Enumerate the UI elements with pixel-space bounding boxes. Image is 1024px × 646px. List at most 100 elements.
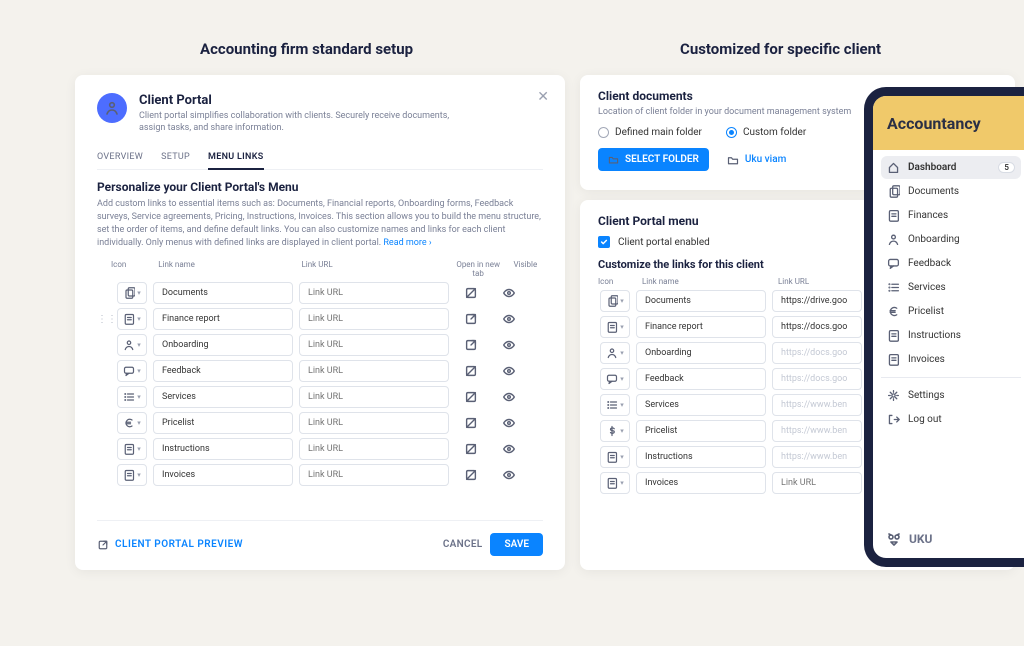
open-in-new-tab-toggle[interactable] — [455, 464, 487, 486]
link-url-input[interactable] — [772, 368, 862, 390]
icon-picker[interactable]: ▾ — [600, 368, 630, 390]
link-name-input[interactable] — [153, 464, 293, 486]
open-in-new-tab-toggle[interactable] — [455, 282, 487, 304]
sidebar-item-invoices[interactable]: Invoices — [881, 348, 1021, 371]
link-url-input[interactable] — [299, 412, 449, 434]
chevron-down-icon: ▾ — [620, 349, 624, 357]
drag-handle-icon[interactable]: ⋮⋮ — [97, 314, 109, 325]
link-name-input[interactable] — [153, 308, 293, 330]
open-in-new-tab-toggle[interactable] — [455, 334, 487, 356]
sidebar-item-dashboard[interactable]: Dashboard5 — [881, 156, 1021, 179]
visibility-toggle[interactable] — [493, 464, 525, 486]
visibility-toggle[interactable] — [493, 308, 525, 330]
link-url-input[interactable] — [772, 420, 862, 442]
icon-picker[interactable]: ▾ — [117, 308, 147, 330]
radio-custom-folder[interactable]: Custom folder — [726, 127, 806, 138]
link-url-input[interactable] — [772, 394, 862, 416]
sidebar-item-finances[interactable]: Finances — [881, 204, 1021, 227]
icon-picker[interactable]: ▾ — [117, 334, 147, 356]
visibility-toggle[interactable] — [493, 438, 525, 460]
icon-picker[interactable]: ▾ — [117, 282, 147, 304]
sidebar-item-feedback[interactable]: Feedback — [881, 252, 1021, 275]
icon-picker[interactable]: ▾ — [117, 464, 147, 486]
client-portal-preview-link[interactable]: CLIENT PORTAL PREVIEW — [97, 539, 243, 551]
icon-picker[interactable]: ▾ — [117, 360, 147, 382]
link-name-input[interactable] — [636, 316, 766, 338]
selected-folder-name: Uku viam — [745, 154, 786, 165]
visibility-toggle[interactable] — [493, 386, 525, 408]
link-url-input[interactable] — [772, 342, 862, 364]
icon-picker[interactable]: ▾ — [600, 420, 630, 442]
link-url-input[interactable] — [299, 308, 449, 330]
selected-folder-link[interactable]: Uku viam — [727, 154, 786, 166]
save-button[interactable]: SAVE — [490, 533, 543, 556]
menu-row: ▾ — [97, 360, 543, 382]
brand-header: Accountancy — [873, 96, 1024, 150]
link-url-input[interactable] — [299, 334, 449, 356]
select-folder-button[interactable]: SELECT FOLDER — [598, 148, 709, 171]
link-name-input[interactable] — [636, 446, 766, 468]
link-url-input[interactable] — [772, 316, 862, 338]
link-url-input[interactable] — [299, 464, 449, 486]
icon-picker[interactable]: ▾ — [600, 446, 630, 468]
link-name-input[interactable] — [153, 282, 293, 304]
icon-picker[interactable]: ▾ — [600, 290, 630, 312]
visibility-toggle[interactable] — [493, 412, 525, 434]
sidebar-item-instructions[interactable]: Instructions — [881, 324, 1021, 347]
link-name-input[interactable] — [636, 394, 766, 416]
link-name-input[interactable] — [153, 412, 293, 434]
link-url-input[interactable] — [772, 446, 862, 468]
sidebar-item-onboarding[interactable]: Onboarding — [881, 228, 1021, 251]
visibility-toggle[interactable] — [493, 334, 525, 356]
cancel-button[interactable]: CANCEL — [443, 539, 483, 550]
icon-picker[interactable]: ▾ — [117, 438, 147, 460]
link-name-input[interactable] — [636, 290, 766, 312]
open-in-new-tab-toggle[interactable] — [455, 308, 487, 330]
icon-picker[interactable]: ▾ — [600, 472, 630, 494]
tab-overview[interactable]: OVERVIEW — [97, 148, 143, 169]
open-in-new-tab-toggle[interactable] — [455, 412, 487, 434]
sidebar-item-log-out[interactable]: Log out — [881, 408, 1021, 431]
open-in-new-tab-toggle[interactable] — [455, 438, 487, 460]
icon-picker[interactable]: ▾ — [600, 394, 630, 416]
link-url-input[interactable] — [299, 386, 449, 408]
link-url-input[interactable] — [299, 282, 449, 304]
visibility-toggle[interactable] — [493, 360, 525, 382]
chevron-down-icon: ▾ — [137, 471, 141, 479]
link-name-input[interactable] — [153, 438, 293, 460]
link-name-input[interactable] — [636, 368, 766, 390]
icon-picker[interactable]: ▾ — [117, 412, 147, 434]
link-name-input[interactable] — [636, 342, 766, 364]
visibility-toggle[interactable] — [493, 282, 525, 304]
col-header-open-tab: Open in new tab — [455, 260, 502, 278]
open-in-new-tab-toggle[interactable] — [455, 386, 487, 408]
link-url-input[interactable] — [772, 472, 862, 494]
sidebar-item-documents[interactable]: Documents — [881, 180, 1021, 203]
link-name-input[interactable] — [636, 472, 766, 494]
sidebar-item-label: Instructions — [908, 330, 961, 341]
link-url-input[interactable] — [299, 438, 449, 460]
open-in-new-tab-toggle[interactable] — [455, 360, 487, 382]
sidebar-item-settings[interactable]: Settings — [881, 384, 1021, 407]
sidebar-item-label: Services — [908, 282, 946, 293]
sidebar-item-label: Log out — [908, 414, 942, 425]
link-url-input[interactable] — [299, 360, 449, 382]
link-name-input[interactable] — [153, 334, 293, 356]
icon-picker[interactable]: ▾ — [600, 342, 630, 364]
link-name-input[interactable] — [636, 420, 766, 442]
read-more-link[interactable]: Read more › — [383, 238, 431, 248]
icon-picker[interactable]: ▾ — [600, 316, 630, 338]
close-icon[interactable]: ✕ — [537, 89, 549, 105]
link-name-input[interactable] — [153, 360, 293, 382]
chevron-down-icon: ▾ — [137, 367, 141, 375]
portal-enabled-checkbox[interactable] — [598, 236, 610, 248]
sidebar-item-label: Documents — [908, 186, 959, 197]
icon-picker[interactable]: ▾ — [117, 386, 147, 408]
link-name-input[interactable] — [153, 386, 293, 408]
tab-menu-links[interactable]: MENU LINKS — [208, 148, 263, 170]
link-url-input[interactable] — [772, 290, 862, 312]
sidebar-item-pricelist[interactable]: Pricelist — [881, 300, 1021, 323]
sidebar-item-services[interactable]: Services — [881, 276, 1021, 299]
tab-setup[interactable]: SETUP — [161, 148, 190, 169]
radio-defined-main-folder[interactable]: Defined main folder — [598, 127, 702, 138]
